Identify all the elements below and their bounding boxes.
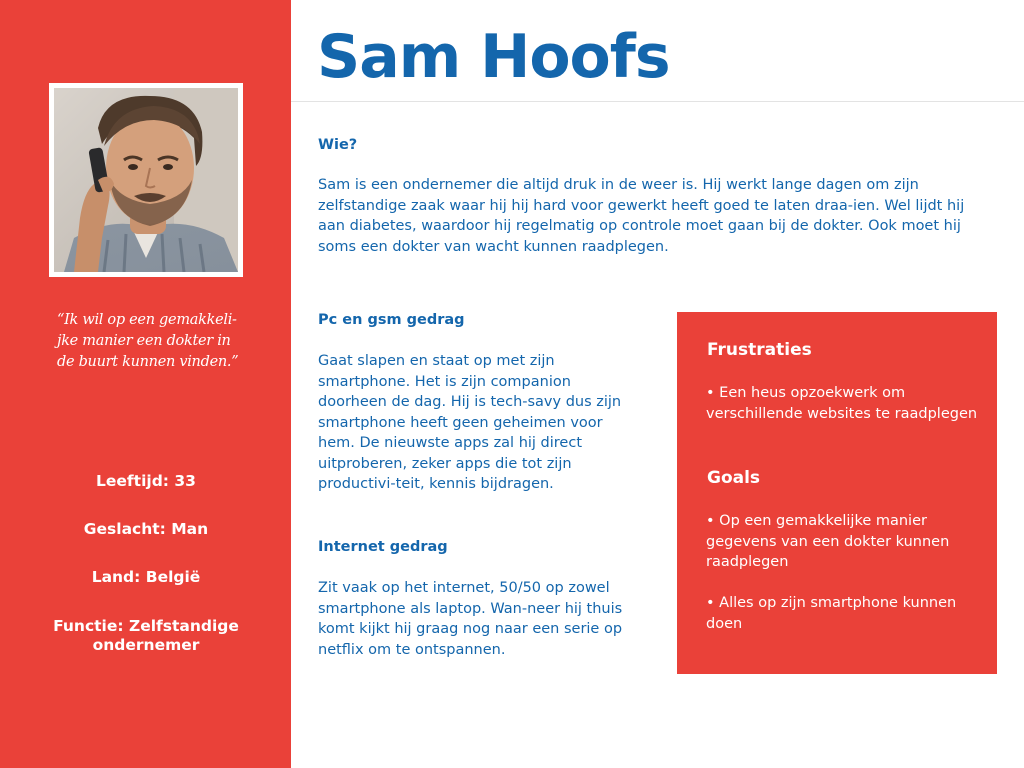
goals-heading: Goals — [707, 468, 761, 488]
persona-name: Sam Hoofs — [317, 22, 671, 92]
profile-photo — [54, 88, 238, 272]
pc-gsm-text: Gaat slapen en staat op met zijn smartph… — [318, 353, 622, 492]
goal-item: • Alles op zijn smartphone kunnen doen — [706, 595, 957, 632]
gender-fact: Geslacht: Man — [83, 520, 209, 538]
frustrations-heading: Frustraties — [707, 340, 812, 360]
frustration-item: • Een heus opzoekwerk om verschillende w… — [706, 385, 978, 422]
wie-heading: Wie? — [318, 137, 358, 153]
man-on-phone-illustration — [54, 88, 238, 272]
pc-gsm-heading: Pc en gsm gedrag — [318, 312, 465, 328]
persona-quote: “Ik wil op een gemakkeli-jke manier een … — [57, 312, 239, 370]
goal-item: • Op een gemakkelijke manier gegevens va… — [706, 513, 950, 570]
age-fact: Leeftijd: 33 — [96, 472, 196, 490]
wie-text: Sam is een ondernemer die altijd druk in… — [318, 177, 965, 255]
function-fact: Functie: Zelfstandige ondernemer — [53, 617, 239, 654]
internet-text: Zit vaak op het internet, 50/50 op zowel… — [318, 580, 623, 658]
sidebar: “Ik wil op een gemakkeli-jke manier een … — [0, 0, 291, 768]
internet-heading: Internet gedrag — [318, 539, 448, 555]
profile-photo-frame — [49, 83, 243, 277]
country-fact: Land: België — [91, 568, 201, 586]
